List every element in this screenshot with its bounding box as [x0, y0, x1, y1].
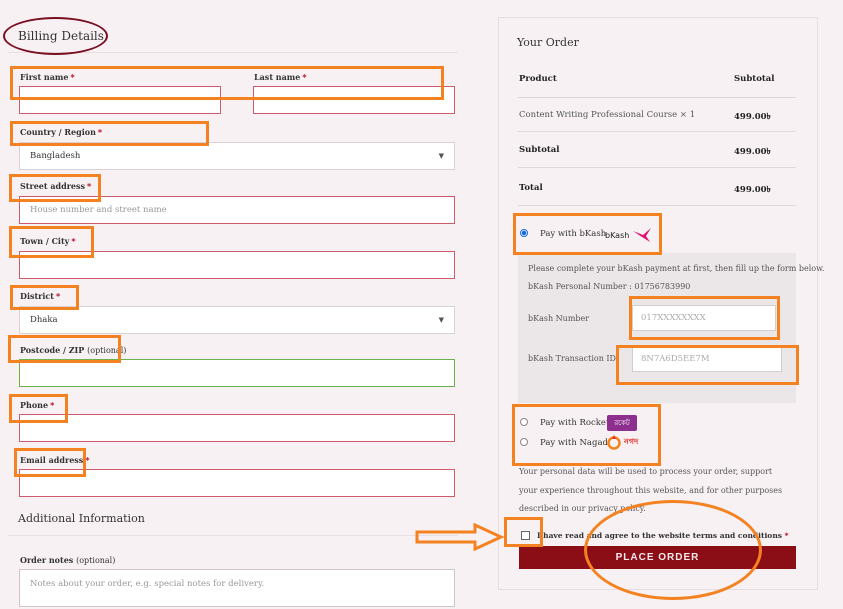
order-notes-label: Order notes (optional) [20, 555, 116, 565]
col-subtotal-header: Subtotal [734, 74, 775, 84]
annotation-box [9, 394, 68, 423]
postcode-input[interactable] [19, 359, 455, 387]
bkash-number-label: bKash Number [528, 314, 590, 323]
divider [518, 131, 796, 132]
annotation-box [8, 335, 121, 363]
order-title: Your Order [517, 36, 579, 49]
col-product-header: Product [519, 74, 557, 84]
annotation-arrow-icon [415, 523, 505, 551]
annotation-box [14, 448, 86, 477]
annotation-ellipse [584, 500, 762, 600]
divider [518, 167, 796, 168]
divider [8, 535, 458, 536]
annotation-box [9, 226, 94, 258]
district-value: Dhaka [30, 315, 58, 325]
order-item-price: 499.00৳ [734, 112, 771, 122]
annotation-box [504, 517, 543, 547]
annotation-box [10, 66, 444, 100]
annotation-box [629, 296, 780, 340]
phone-input[interactable] [19, 414, 455, 442]
annotation-box [512, 404, 661, 466]
subtotal-label: Subtotal [519, 145, 560, 155]
chevron-down-icon: ▼ [438, 152, 444, 160]
annotation-ellipse [3, 17, 108, 55]
street-placeholder: House number and street name [30, 205, 167, 215]
bkash-instructions: Please complete your bKash payment at fi… [528, 264, 825, 273]
order-item-name: Content Writing Professional Course × 1 [519, 110, 696, 120]
district-select[interactable]: Dhaka ▼ [19, 306, 455, 334]
additional-info-title: Additional Information [18, 512, 145, 525]
annotation-box [10, 121, 209, 146]
country-select[interactable]: Bangladesh ▼ [19, 142, 455, 170]
order-notes-textarea[interactable]: Notes about your order, e.g. special not… [19, 569, 455, 607]
annotation-box [616, 345, 799, 385]
total-label: Total [519, 183, 543, 193]
country-value: Bangladesh [30, 151, 81, 161]
annotation-box [513, 213, 662, 255]
divider [518, 205, 796, 206]
order-notes-placeholder: Notes about your order, e.g. special not… [30, 579, 265, 589]
annotation-box [9, 174, 101, 202]
bkash-trx-label: bKash Transaction ID [528, 354, 616, 363]
annotation-box [10, 285, 79, 310]
total-value: 499.00৳ [734, 185, 771, 195]
subtotal-value: 499.00৳ [734, 147, 771, 157]
bkash-personal-number: bKash Personal Number : 01756783990 [528, 282, 691, 291]
divider [518, 97, 796, 98]
chevron-down-icon: ▼ [438, 316, 444, 324]
